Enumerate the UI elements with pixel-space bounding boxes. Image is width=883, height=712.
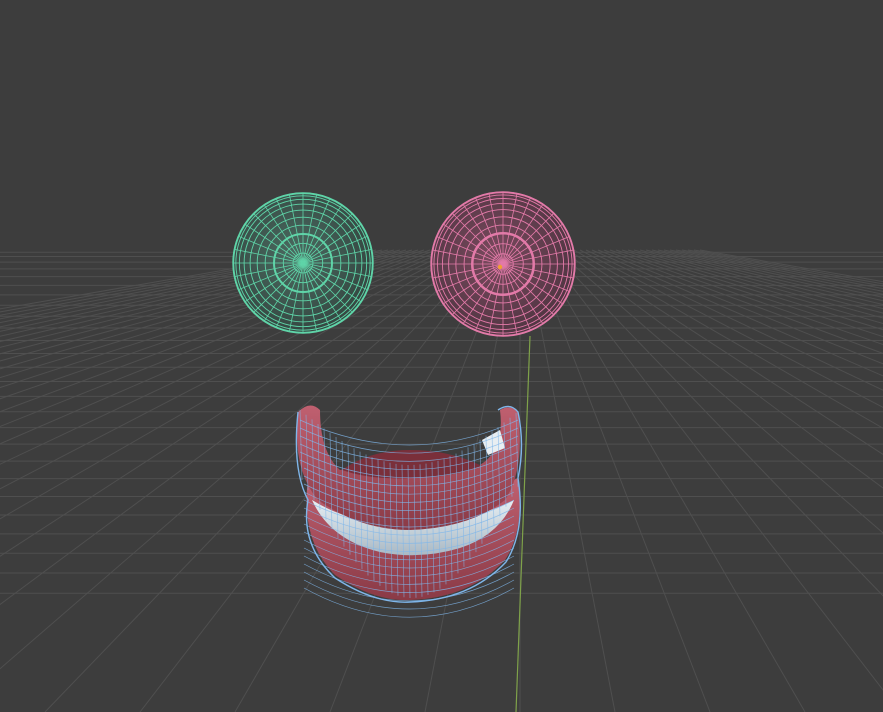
grid-line xyxy=(627,249,883,325)
eyeball-right[interactable] xyxy=(430,191,576,337)
grid-line xyxy=(549,249,883,597)
mouth-teeth-mesh[interactable] xyxy=(295,405,523,618)
grid-line xyxy=(531,249,711,712)
grid-line xyxy=(609,249,883,346)
grid-line xyxy=(567,249,883,455)
grid-line xyxy=(597,249,883,365)
3d-viewport[interactable] xyxy=(0,0,883,712)
grid-line xyxy=(675,249,883,292)
eyeball-left[interactable] xyxy=(232,192,374,334)
viewport-canvas[interactable] xyxy=(0,0,883,712)
eyeball-right-wireframe xyxy=(430,191,576,337)
grid-line xyxy=(603,249,883,354)
grid-line xyxy=(555,249,883,534)
grid-line xyxy=(573,249,883,429)
eyeball-left-wireframe xyxy=(232,192,374,334)
grid-line xyxy=(579,249,883,408)
mouth-wire-loop xyxy=(299,427,519,454)
grid-line xyxy=(537,249,806,712)
grid-line xyxy=(669,249,883,295)
grid-line xyxy=(585,249,883,391)
grid-line xyxy=(681,249,883,290)
grid-line xyxy=(687,249,883,287)
object-origin-marker xyxy=(497,264,503,270)
